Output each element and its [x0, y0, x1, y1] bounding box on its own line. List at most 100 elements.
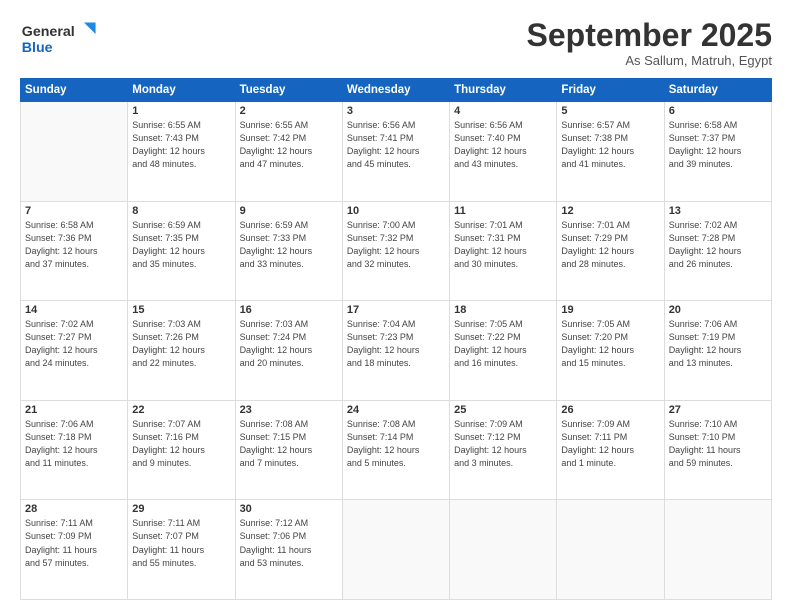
- calendar-cell: 8 Sunrise: 6:59 AM Sunset: 7:35 PM Daylig…: [128, 201, 235, 301]
- day-info: Sunrise: 6:56 AM Sunset: 7:41 PM Dayligh…: [347, 119, 445, 171]
- calendar-cell: 21 Sunrise: 7:06 AM Sunset: 7:18 PM Dayli…: [21, 400, 128, 500]
- day-info: Sunrise: 7:03 AM Sunset: 7:26 PM Dayligh…: [132, 318, 230, 370]
- calendar-cell: 24Sunrise: 7:08 AM Sunset: 7:14 PM Dayli…: [342, 400, 449, 500]
- svg-text:Blue: Blue: [22, 40, 53, 56]
- day-number: 19: [561, 304, 659, 316]
- calendar-cell: 27 Sunrise: 7:10 AM Sunset: 7:10 PM Dayli…: [664, 400, 771, 500]
- calendar-cell: 26Sunrise: 7:09 AM Sunset: 7:11 PM Dayli…: [557, 400, 664, 500]
- day-info: Sunrise: 7:11 AM Sunset: 7:09 PM Dayligh…: [25, 517, 123, 569]
- day-number: 8: [132, 205, 230, 217]
- calendar-cell: [664, 500, 771, 600]
- day-info: Sunrise: 7:09 AM Sunset: 7:11 PM Dayligh…: [561, 418, 659, 470]
- calendar-cell: [557, 500, 664, 600]
- day-number: 14: [25, 304, 123, 316]
- day-info: Sunrise: 6:58 AM Sunset: 7:37 PM Dayligh…: [669, 119, 767, 171]
- day-info: Sunrise: 7:05 AM Sunset: 7:20 PM Dayligh…: [561, 318, 659, 370]
- weekday-header: Friday: [557, 79, 664, 102]
- day-number: 15: [132, 304, 230, 316]
- calendar-cell: 7 Sunrise: 6:58 AM Sunset: 7:36 PM Daylig…: [21, 201, 128, 301]
- calendar-cell: 29Sunrise: 7:11 AM Sunset: 7:07 PM Dayli…: [128, 500, 235, 600]
- weekday-header: Monday: [128, 79, 235, 102]
- day-number: 16: [240, 304, 338, 316]
- day-info: Sunrise: 7:12 AM Sunset: 7:06 PM Dayligh…: [240, 517, 338, 569]
- calendar-week-row: 1 Sunrise: 6:55 AM Sunset: 7:43 PM Daylig…: [21, 102, 772, 202]
- day-info: Sunrise: 7:03 AM Sunset: 7:24 PM Dayligh…: [240, 318, 338, 370]
- day-number: 21: [25, 404, 123, 416]
- day-info: Sunrise: 6:55 AM Sunset: 7:42 PM Dayligh…: [240, 119, 338, 171]
- day-info: Sunrise: 7:09 AM Sunset: 7:12 PM Dayligh…: [454, 418, 552, 470]
- day-number: 3: [347, 105, 445, 117]
- page: General Blue September 2025 As Sallum, M…: [0, 0, 792, 612]
- day-number: 25: [454, 404, 552, 416]
- calendar-cell: 16 Sunrise: 7:03 AM Sunset: 7:24 PM Dayli…: [235, 301, 342, 401]
- day-info: Sunrise: 7:01 AM Sunset: 7:31 PM Dayligh…: [454, 219, 552, 271]
- day-info: Sunrise: 7:00 AM Sunset: 7:32 PM Dayligh…: [347, 219, 445, 271]
- day-info: Sunrise: 6:59 AM Sunset: 7:33 PM Dayligh…: [240, 219, 338, 271]
- day-number: 24: [347, 404, 445, 416]
- day-info: Sunrise: 6:56 AM Sunset: 7:40 PM Dayligh…: [454, 119, 552, 171]
- day-info: Sunrise: 6:57 AM Sunset: 7:38 PM Dayligh…: [561, 119, 659, 171]
- calendar-cell: [342, 500, 449, 600]
- day-number: 23: [240, 404, 338, 416]
- calendar-cell: 15 Sunrise: 7:03 AM Sunset: 7:26 PM Dayli…: [128, 301, 235, 401]
- day-info: Sunrise: 7:07 AM Sunset: 7:16 PM Dayligh…: [132, 418, 230, 470]
- calendar-cell: 22 Sunrise: 7:07 AM Sunset: 7:16 PM Dayli…: [128, 400, 235, 500]
- day-info: Sunrise: 7:11 AM Sunset: 7:07 PM Dayligh…: [132, 517, 230, 569]
- calendar-header-row: SundayMondayTuesdayWednesdayThursdayFrid…: [21, 79, 772, 102]
- day-info: Sunrise: 7:04 AM Sunset: 7:23 PM Dayligh…: [347, 318, 445, 370]
- day-number: 18: [454, 304, 552, 316]
- weekday-header: Tuesday: [235, 79, 342, 102]
- calendar-cell: 12Sunrise: 7:01 AM Sunset: 7:29 PM Dayli…: [557, 201, 664, 301]
- day-number: 12: [561, 205, 659, 217]
- day-number: 2: [240, 105, 338, 117]
- day-info: Sunrise: 7:05 AM Sunset: 7:22 PM Dayligh…: [454, 318, 552, 370]
- calendar-cell: 20Sunrise: 7:06 AM Sunset: 7:19 PM Dayli…: [664, 301, 771, 401]
- day-number: 7: [25, 205, 123, 217]
- day-info: Sunrise: 7:08 AM Sunset: 7:15 PM Dayligh…: [240, 418, 338, 470]
- day-info: Sunrise: 7:06 AM Sunset: 7:19 PM Dayligh…: [669, 318, 767, 370]
- calendar-cell: 10Sunrise: 7:00 AM Sunset: 7:32 PM Dayli…: [342, 201, 449, 301]
- month-title: September 2025: [527, 18, 772, 53]
- day-number: 30: [240, 503, 338, 515]
- calendar-cell: [450, 500, 557, 600]
- day-number: 22: [132, 404, 230, 416]
- calendar-cell: 23 Sunrise: 7:08 AM Sunset: 7:15 PM Dayli…: [235, 400, 342, 500]
- calendar-cell: 25 Sunrise: 7:09 AM Sunset: 7:12 PM Dayli…: [450, 400, 557, 500]
- header: General Blue September 2025 As Sallum, M…: [20, 18, 772, 68]
- day-info: Sunrise: 7:06 AM Sunset: 7:18 PM Dayligh…: [25, 418, 123, 470]
- day-number: 13: [669, 205, 767, 217]
- day-info: Sunrise: 6:55 AM Sunset: 7:43 PM Dayligh…: [132, 119, 230, 171]
- day-number: 9: [240, 205, 338, 217]
- calendar-cell: 11 Sunrise: 7:01 AM Sunset: 7:31 PM Dayli…: [450, 201, 557, 301]
- weekday-header: Wednesday: [342, 79, 449, 102]
- calendar-cell: 13 Sunrise: 7:02 AM Sunset: 7:28 PM Dayli…: [664, 201, 771, 301]
- location: As Sallum, Matruh, Egypt: [527, 53, 772, 68]
- day-number: 11: [454, 205, 552, 217]
- calendar-cell: 2 Sunrise: 6:55 AM Sunset: 7:42 PM Daylig…: [235, 102, 342, 202]
- day-info: Sunrise: 6:59 AM Sunset: 7:35 PM Dayligh…: [132, 219, 230, 271]
- day-info: Sunrise: 6:58 AM Sunset: 7:36 PM Dayligh…: [25, 219, 123, 271]
- calendar-cell: 28Sunrise: 7:11 AM Sunset: 7:09 PM Dayli…: [21, 500, 128, 600]
- weekday-header: Saturday: [664, 79, 771, 102]
- calendar-week-row: 7 Sunrise: 6:58 AM Sunset: 7:36 PM Daylig…: [21, 201, 772, 301]
- svg-text:General: General: [22, 24, 75, 40]
- weekday-header: Thursday: [450, 79, 557, 102]
- calendar-cell: 6 Sunrise: 6:58 AM Sunset: 7:37 PM Daylig…: [664, 102, 771, 202]
- calendar-cell: [21, 102, 128, 202]
- day-number: 17: [347, 304, 445, 316]
- calendar-cell: 30 Sunrise: 7:12 AM Sunset: 7:06 PM Dayli…: [235, 500, 342, 600]
- calendar-week-row: 14Sunrise: 7:02 AM Sunset: 7:27 PM Dayli…: [21, 301, 772, 401]
- day-number: 5: [561, 105, 659, 117]
- title-block: September 2025 As Sallum, Matruh, Egypt: [527, 18, 772, 68]
- day-info: Sunrise: 7:02 AM Sunset: 7:28 PM Dayligh…: [669, 219, 767, 271]
- day-number: 1: [132, 105, 230, 117]
- logo-svg: General Blue: [20, 18, 100, 58]
- day-number: 4: [454, 105, 552, 117]
- calendar-cell: 4 Sunrise: 6:56 AM Sunset: 7:40 PM Daylig…: [450, 102, 557, 202]
- weekday-header: Sunday: [21, 79, 128, 102]
- day-info: Sunrise: 7:10 AM Sunset: 7:10 PM Dayligh…: [669, 418, 767, 470]
- calendar-cell: 9 Sunrise: 6:59 AM Sunset: 7:33 PM Daylig…: [235, 201, 342, 301]
- day-number: 27: [669, 404, 767, 416]
- day-number: 6: [669, 105, 767, 117]
- calendar-week-row: 21 Sunrise: 7:06 AM Sunset: 7:18 PM Dayli…: [21, 400, 772, 500]
